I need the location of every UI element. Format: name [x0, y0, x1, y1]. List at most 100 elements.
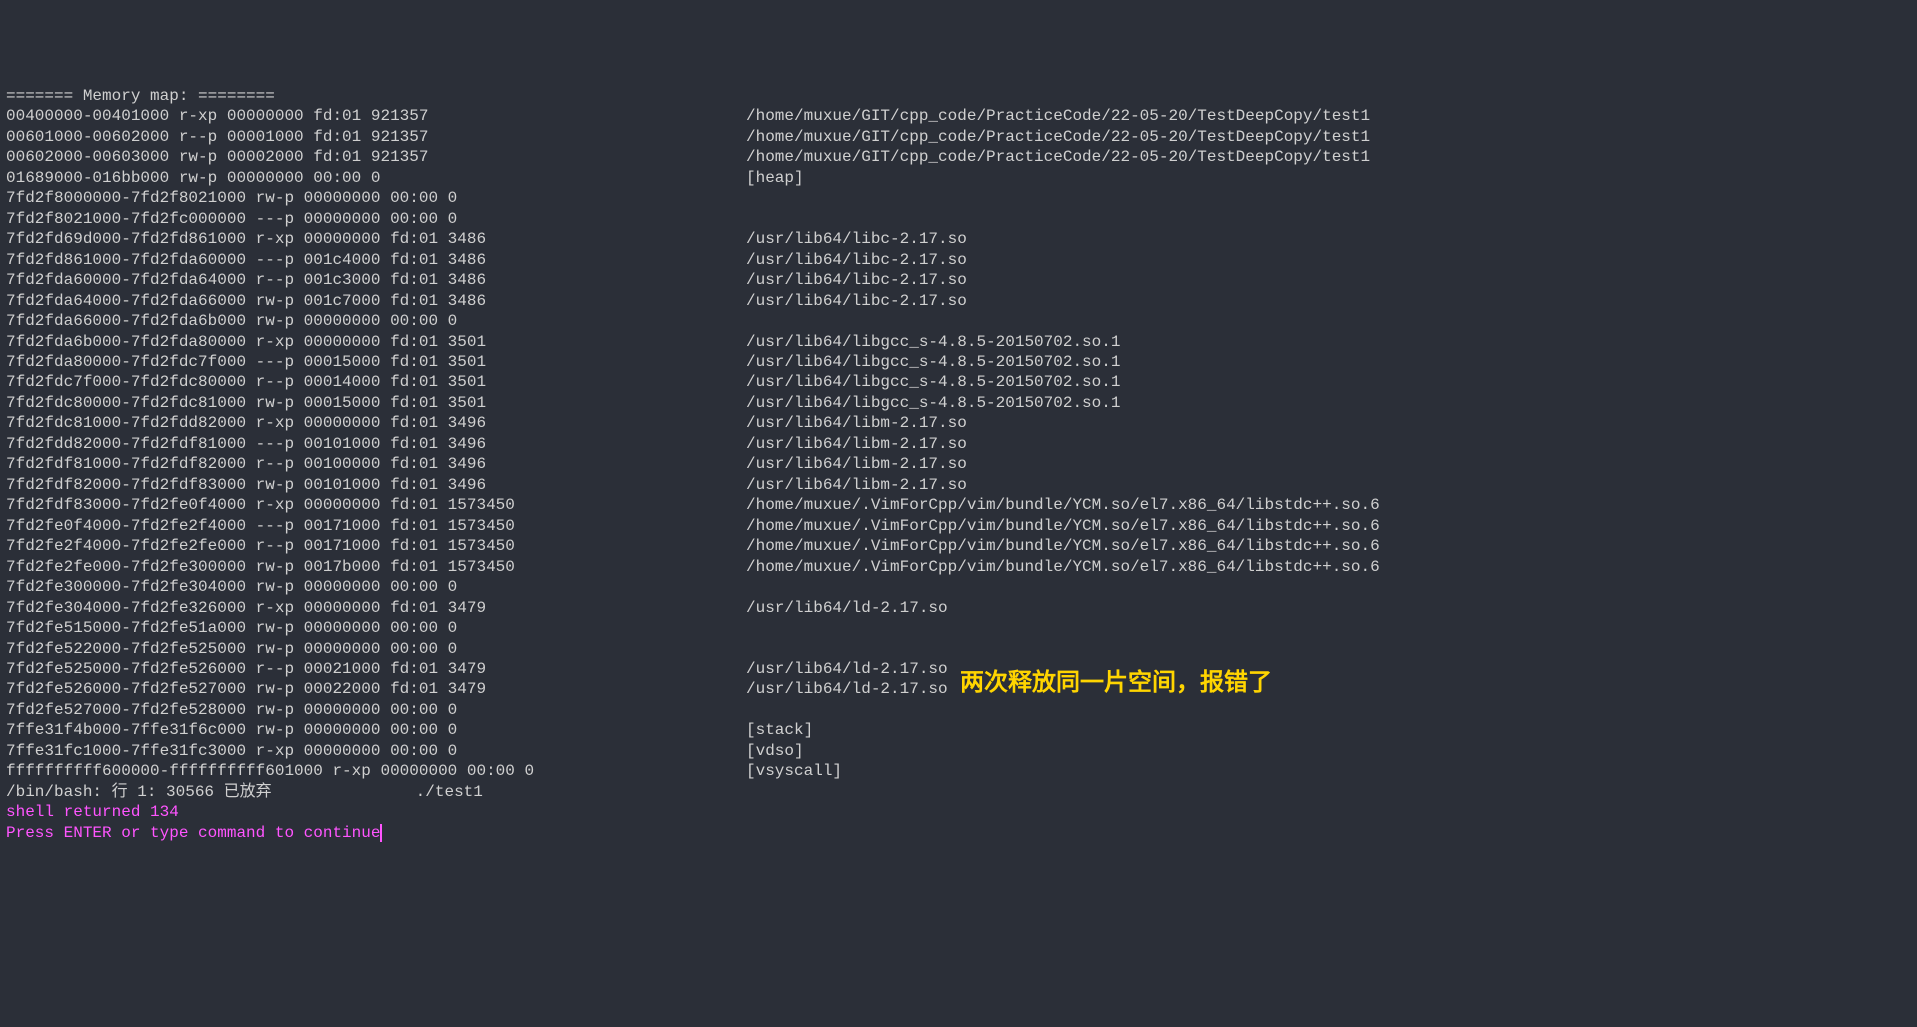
- map-entry-left: 7fd2fdc80000-7fd2fdc81000 rw-p 00015000 …: [6, 393, 746, 413]
- memory-map-row: 7fd2fdf82000-7fd2fdf83000 rw-p 00101000 …: [6, 475, 1911, 495]
- map-entry-left: 7fd2fe526000-7fd2fe527000 rw-p 00022000 …: [6, 679, 746, 699]
- memory-map-row: 7fd2fe304000-7fd2fe326000 r-xp 00000000 …: [6, 598, 1911, 618]
- memory-map-row: 00601000-00602000 r--p 00001000 fd:01 92…: [6, 127, 1911, 147]
- map-entry-left: 7fd2fda80000-7fd2fdc7f000 ---p 00015000 …: [6, 352, 746, 372]
- memory-map-row: 7fd2fd69d000-7fd2fd861000 r-xp 00000000 …: [6, 229, 1911, 249]
- map-entry-left: 7ffe31fc1000-7ffe31fc3000 r-xp 00000000 …: [6, 741, 746, 761]
- map-entry-path: /usr/lib64/libc-2.17.so: [746, 250, 967, 270]
- map-entry-left: 7fd2fdf81000-7fd2fdf82000 r--p 00100000 …: [6, 454, 746, 474]
- memory-map-row: 7fd2fdc81000-7fd2fdd82000 r-xp 00000000 …: [6, 413, 1911, 433]
- memory-map-row: 7fd2fda60000-7fd2fda64000 r--p 001c3000 …: [6, 270, 1911, 290]
- memory-map-row: 7fd2fe300000-7fd2fe304000 rw-p 00000000 …: [6, 577, 1911, 597]
- map-entry-path: /home/muxue/GIT/cpp_code/PracticeCode/22…: [746, 147, 1370, 167]
- memory-map-row: 7fd2fe522000-7fd2fe525000 rw-p 00000000 …: [6, 639, 1911, 659]
- memory-map-row: 7ffe31fc1000-7ffe31fc3000 r-xp 00000000 …: [6, 741, 1911, 761]
- map-entry-left: 7fd2fe300000-7fd2fe304000 rw-p 00000000 …: [6, 577, 746, 597]
- memory-map-row: 7fd2fe2f4000-7fd2fe2fe000 r--p 00171000 …: [6, 536, 1911, 556]
- memory-map-row: 01689000-016bb000 rw-p 00000000 00:00 0[…: [6, 168, 1911, 188]
- map-entry-left: 7fd2fdd82000-7fd2fdf81000 ---p 00101000 …: [6, 434, 746, 454]
- map-entry-path: /home/muxue/.VimForCpp/vim/bundle/YCM.so…: [746, 536, 1380, 556]
- map-entry-path: /home/muxue/.VimForCpp/vim/bundle/YCM.so…: [746, 557, 1380, 577]
- memory-map-row: 7fd2fe515000-7fd2fe51a000 rw-p 00000000 …: [6, 618, 1911, 638]
- map-entry-path: /usr/lib64/libm-2.17.so: [746, 454, 967, 474]
- bash-abort-line: /bin/bash: 行 1: 30566 已放弃 ./test1: [6, 782, 1911, 802]
- map-entry-path: /usr/lib64/libc-2.17.so: [746, 291, 967, 311]
- map-entry-left: 7fd2fdf83000-7fd2fe0f4000 r-xp 00000000 …: [6, 495, 746, 515]
- map-entry-path: /usr/lib64/libgcc_s-4.8.5-20150702.so.1: [746, 372, 1120, 392]
- memory-map-row: 00400000-00401000 r-xp 00000000 fd:01 92…: [6, 106, 1911, 126]
- memory-map-row: 7fd2fda64000-7fd2fda66000 rw-p 001c7000 …: [6, 291, 1911, 311]
- memory-map-row: 7fd2fdc7f000-7fd2fdc80000 r--p 00014000 …: [6, 372, 1911, 392]
- map-entry-left: 7ffe31f4b000-7ffe31f6c000 rw-p 00000000 …: [6, 720, 746, 740]
- map-entry-left: 7fd2fe2fe000-7fd2fe300000 rw-p 0017b000 …: [6, 557, 746, 577]
- map-entry-path: /home/muxue/GIT/cpp_code/PracticeCode/22…: [746, 127, 1370, 147]
- memory-map-row: 7fd2fe525000-7fd2fe526000 r--p 00021000 …: [6, 659, 1911, 679]
- memory-map-row: 7fd2fda66000-7fd2fda6b000 rw-p 00000000 …: [6, 311, 1911, 331]
- map-entry-path: /usr/lib64/ld-2.17.so: [746, 598, 948, 618]
- bash-abort-text: /bin/bash: 行 1: 30566 已放弃 ./test1: [6, 783, 483, 801]
- map-entry-path: /usr/lib64/libgcc_s-4.8.5-20150702.so.1: [746, 393, 1120, 413]
- prompt-text: Press ENTER or type command to continue: [6, 824, 380, 842]
- map-entry-left: 00400000-00401000 r-xp 00000000 fd:01 92…: [6, 106, 746, 126]
- memory-map-row: 7ffe31f4b000-7ffe31f6c000 rw-p 00000000 …: [6, 720, 1911, 740]
- map-entry-left: 7fd2fda6b000-7fd2fda80000 r-xp 00000000 …: [6, 332, 746, 352]
- map-entry-left: 7fd2fe525000-7fd2fe526000 r--p 00021000 …: [6, 659, 746, 679]
- map-entry-path: /usr/lib64/libm-2.17.so: [746, 434, 967, 454]
- map-entry-path: /home/muxue/GIT/cpp_code/PracticeCode/22…: [746, 106, 1370, 126]
- map-entry-path: /usr/lib64/ld-2.17.so: [746, 679, 948, 699]
- map-entry-left: 7fd2fe522000-7fd2fe525000 rw-p 00000000 …: [6, 639, 746, 659]
- memory-map-header: ======= Memory map: ========: [6, 86, 1911, 106]
- memory-map-row: 7fd2fe0f4000-7fd2fe2f4000 ---p 00171000 …: [6, 516, 1911, 536]
- map-entry-left: 7fd2fdc7f000-7fd2fdc80000 r--p 00014000 …: [6, 372, 746, 392]
- memory-map-row: 7fd2fd861000-7fd2fda60000 ---p 001c4000 …: [6, 250, 1911, 270]
- map-entry-path: [stack]: [746, 720, 813, 740]
- map-entry-left: 7fd2fda66000-7fd2fda6b000 rw-p 00000000 …: [6, 311, 746, 331]
- map-entry-path: [heap]: [746, 168, 804, 188]
- memory-map-row: 7fd2fdd82000-7fd2fdf81000 ---p 00101000 …: [6, 434, 1911, 454]
- map-entry-left: 7fd2fe304000-7fd2fe326000 r-xp 00000000 …: [6, 598, 746, 618]
- map-entry-left: 7fd2fe527000-7fd2fe528000 rw-p 00000000 …: [6, 700, 746, 720]
- map-entry-left: 7fd2fdc81000-7fd2fdd82000 r-xp 00000000 …: [6, 413, 746, 433]
- memory-map-row: 7fd2fe526000-7fd2fe527000 rw-p 00022000 …: [6, 679, 1911, 699]
- map-entry-left: 7fd2f8000000-7fd2f8021000 rw-p 00000000 …: [6, 188, 746, 208]
- cursor-icon: [380, 824, 382, 842]
- map-entry-path: /usr/lib64/libgcc_s-4.8.5-20150702.so.1: [746, 352, 1120, 372]
- map-entry-left: 00602000-00603000 rw-p 00002000 fd:01 92…: [6, 147, 746, 167]
- shell-return-line: shell returned 134: [6, 802, 1911, 822]
- map-entry-left: 7fd2fd69d000-7fd2fd861000 r-xp 00000000 …: [6, 229, 746, 249]
- terminal-output[interactable]: ======= Memory map: ========00400000-004…: [6, 86, 1911, 843]
- map-entry-left: 7fd2f8021000-7fd2fc000000 ---p 00000000 …: [6, 209, 746, 229]
- memory-map-row: 00602000-00603000 rw-p 00002000 fd:01 92…: [6, 147, 1911, 167]
- memory-map-row: 7fd2f8021000-7fd2fc000000 ---p 00000000 …: [6, 209, 1911, 229]
- memory-map-row: 7fd2fda80000-7fd2fdc7f000 ---p 00015000 …: [6, 352, 1911, 372]
- map-entry-path: /usr/lib64/libc-2.17.so: [746, 229, 967, 249]
- continue-prompt: Press ENTER or type command to continue: [6, 823, 1911, 843]
- map-entry-left: 7fd2fdf82000-7fd2fdf83000 rw-p 00101000 …: [6, 475, 746, 495]
- map-entry-path: /home/muxue/.VimForCpp/vim/bundle/YCM.so…: [746, 495, 1380, 515]
- memory-map-row: 7fd2fdc80000-7fd2fdc81000 rw-p 00015000 …: [6, 393, 1911, 413]
- map-entry-left: 7fd2fda60000-7fd2fda64000 r--p 001c3000 …: [6, 270, 746, 290]
- memory-map-row: 7fd2f8000000-7fd2f8021000 rw-p 00000000 …: [6, 188, 1911, 208]
- map-entry-left: 7fd2fe2f4000-7fd2fe2fe000 r--p 00171000 …: [6, 536, 746, 556]
- memory-map-row: 7fd2fdf83000-7fd2fe0f4000 r-xp 00000000 …: [6, 495, 1911, 515]
- map-entry-path: /usr/lib64/libc-2.17.so: [746, 270, 967, 290]
- memory-map-row: 7fd2fdf81000-7fd2fdf82000 r--p 00100000 …: [6, 454, 1911, 474]
- memory-map-row: 7fd2fda6b000-7fd2fda80000 r-xp 00000000 …: [6, 332, 1911, 352]
- map-entry-left: 7fd2fe515000-7fd2fe51a000 rw-p 00000000 …: [6, 618, 746, 638]
- map-entry-left: 7fd2fd861000-7fd2fda60000 ---p 001c4000 …: [6, 250, 746, 270]
- map-entry-left: 7fd2fda64000-7fd2fda66000 rw-p 001c7000 …: [6, 291, 746, 311]
- map-entry-path: /usr/lib64/libm-2.17.so: [746, 413, 967, 433]
- map-entry-path: /usr/lib64/libm-2.17.so: [746, 475, 967, 495]
- annotation-callout: 两次释放同一片空间，报错了: [960, 668, 1272, 699]
- map-entry-left: ffffffffff600000-ffffffffff601000 r-xp 0…: [6, 761, 746, 781]
- map-entry-left: 01689000-016bb000 rw-p 00000000 00:00 0: [6, 168, 746, 188]
- map-entry-path: /usr/lib64/libgcc_s-4.8.5-20150702.so.1: [746, 332, 1120, 352]
- map-entry-left: 00601000-00602000 r--p 00001000 fd:01 92…: [6, 127, 746, 147]
- map-entry-left: 7fd2fe0f4000-7fd2fe2f4000 ---p 00171000 …: [6, 516, 746, 536]
- map-entry-path: /usr/lib64/ld-2.17.so: [746, 659, 948, 679]
- memory-map-row: 7fd2fe527000-7fd2fe528000 rw-p 00000000 …: [6, 700, 1911, 720]
- map-entry-path: [vsyscall]: [746, 761, 842, 781]
- memory-map-row: ffffffffff600000-ffffffffff601000 r-xp 0…: [6, 761, 1911, 781]
- memory-map-row: 7fd2fe2fe000-7fd2fe300000 rw-p 0017b000 …: [6, 557, 1911, 577]
- header-text: ======= Memory map: ========: [6, 87, 275, 105]
